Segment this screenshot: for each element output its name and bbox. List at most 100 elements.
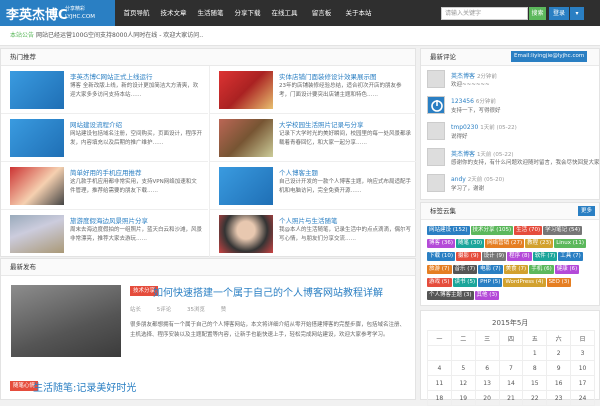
- login-button[interactable]: 登录: [549, 7, 569, 20]
- nav-item-life[interactable]: 生活随笔: [192, 0, 229, 26]
- comment-author[interactable]: 英杰博客: [451, 73, 475, 80]
- tag-item[interactable]: 电影 (7): [478, 265, 503, 274]
- list-item[interactable]: 实体店铺门面装修设计效果展示图 23年的店铺装修经验总结，适合初次开店的朋友参考…: [209, 66, 416, 114]
- calendar-day[interactable]: 4: [427, 360, 452, 376]
- site-logo[interactable]: 李英杰博C 分享精彩 LYJHC.COM: [0, 0, 115, 26]
- chevron-down-icon[interactable]: ▾: [570, 7, 584, 20]
- nav-item-tools[interactable]: 在线工具: [266, 0, 303, 26]
- calendar-day[interactable]: 6: [474, 360, 500, 376]
- calendar-day[interactable]: 21: [498, 390, 524, 406]
- tag-item[interactable]: 随笔 (30): [456, 239, 485, 248]
- calendar-day[interactable]: 1: [522, 345, 548, 361]
- post-thumbnail[interactable]: [11, 285, 121, 357]
- tag-item[interactable]: 其他 (3): [474, 291, 500, 300]
- list-item[interactable]: 个人照片与生活随笔 我@本人的生活随笔，记录生活中的点点滴滴，偶尔写写心情，与朋…: [209, 210, 416, 258]
- post-title[interactable]: 生活随笔:记录美好时光: [33, 379, 136, 394]
- tag-item[interactable]: 程序 (8): [507, 252, 532, 261]
- item-title[interactable]: 旅游度假海边风景照片分享: [70, 215, 148, 225]
- comment-text[interactable]: 欢迎~~~~~~: [451, 80, 490, 88]
- calendar-day[interactable]: 5: [450, 360, 476, 376]
- nav-item-guestbook[interactable]: 留言板: [303, 0, 340, 26]
- item-title[interactable]: 大学校园生活照片记录与分享: [279, 119, 364, 129]
- tag-item[interactable]: WordPress (4): [503, 278, 546, 287]
- thumbnail-image[interactable]: [219, 71, 273, 109]
- tag-item[interactable]: 生活 (70): [514, 226, 543, 235]
- calendar-day[interactable]: 22: [522, 390, 548, 406]
- search-button[interactable]: 搜索: [529, 7, 546, 20]
- thumbnail-image[interactable]: [219, 167, 273, 205]
- calendar-day[interactable]: 10: [570, 360, 595, 376]
- author-label[interactable]: 站长: [130, 307, 141, 313]
- list-item[interactable]: 网站建设流程介绍 网站建设包括域名注册，空间购买，页面设计，程序开发，内容填充以…: [1, 114, 208, 162]
- tag-item[interactable]: 旅游 (7): [427, 265, 452, 274]
- email-button[interactable]: Email:liyingjie@lyjhc.com: [511, 51, 588, 62]
- calendar-day[interactable]: 19: [450, 390, 476, 406]
- comment-count[interactable]: 5评论: [157, 307, 172, 313]
- thumbnail-image[interactable]: [10, 167, 64, 205]
- tag-item[interactable]: 软件 (7): [532, 252, 558, 261]
- comment-author[interactable]: 123456: [451, 98, 474, 105]
- thumbnail-image[interactable]: [10, 71, 64, 109]
- comment-text[interactable]: 说得好: [451, 132, 468, 140]
- tag-item[interactable]: 博客 (36): [427, 239, 456, 248]
- calendar-day[interactable]: 11: [427, 375, 452, 391]
- calendar-day[interactable]: 16: [546, 375, 572, 391]
- tag-item[interactable]: 摄影 (9): [456, 252, 481, 261]
- post-title[interactable]: 如何快速搭建一个属于自己的个人博客网站教程详解: [153, 284, 383, 299]
- tag-item[interactable]: 设计 (9): [481, 252, 507, 261]
- avatar[interactable]: [427, 96, 445, 114]
- thumbnail-image[interactable]: [10, 119, 64, 157]
- thumbnail-image[interactable]: [219, 215, 273, 253]
- nav-item-home[interactable]: 首页导航: [118, 0, 155, 26]
- calendar-day[interactable]: 8: [522, 360, 548, 376]
- list-item[interactable]: 简单好用的手机应用推荐 这几款手机应用都非常实用，支持VPN网络加速和文件管理，…: [1, 162, 208, 210]
- item-title[interactable]: 个人照片与生活随笔: [279, 215, 338, 225]
- tag-item[interactable]: 健康 (6): [554, 265, 580, 274]
- nav-item-downloads[interactable]: 分享下载: [229, 0, 266, 26]
- comment-text[interactable]: 感谢你的支持，有什么问题欢迎随时留言，我会尽快回复大家: [451, 158, 600, 166]
- list-item[interactable]: 李英杰博C网站正式上线运行 博客 全新改版上线，新的设计更加简洁大方清爽，欢迎大…: [1, 66, 208, 114]
- comment-author[interactable]: 英杰博客: [451, 151, 475, 158]
- comment-author[interactable]: andy: [451, 176, 466, 183]
- thumbnail-image[interactable]: [10, 215, 64, 253]
- calendar-day[interactable]: 2: [546, 345, 572, 361]
- tag-item[interactable]: 读书 (5): [452, 278, 478, 287]
- tag-item[interactable]: 手机 (6): [529, 265, 554, 274]
- tag-item[interactable]: SEO (3): [546, 278, 572, 287]
- tag-item[interactable]: 网络营销 (27): [485, 239, 525, 248]
- like-button[interactable]: 赞: [221, 307, 227, 313]
- calendar-day[interactable]: 14: [498, 375, 524, 391]
- item-title[interactable]: 李英杰博C网站正式上线运行: [70, 71, 153, 81]
- tag-item[interactable]: Linux (11): [554, 239, 587, 248]
- calendar-day[interactable]: 17: [570, 375, 595, 391]
- comment-author[interactable]: tmp0230: [451, 124, 478, 131]
- tag-item[interactable]: 网站建设 (152): [427, 226, 470, 235]
- calendar-day[interactable]: 24: [570, 390, 595, 406]
- announcement-text[interactable]: 网站已经运营100G空间支持8000人同时在线 - 欢迎大家访问..: [36, 32, 203, 39]
- calendar-day[interactable]: 7: [498, 360, 524, 376]
- tag-item[interactable]: 工具 (7): [558, 252, 583, 261]
- item-title[interactable]: 网站建设流程介绍: [70, 119, 122, 129]
- list-item[interactable]: 大学校园生活照片记录与分享 记录下大学时光的美好瞬间，校园里的每一处风景都承载着…: [209, 114, 416, 162]
- calendar-day[interactable]: 3: [570, 345, 595, 361]
- calendar-day[interactable]: 23: [546, 390, 572, 406]
- calendar-day[interactable]: 20: [474, 390, 500, 406]
- tag-item[interactable]: 技术分享 (105): [470, 226, 514, 235]
- tag-item[interactable]: 教程 (23): [525, 239, 554, 248]
- more-tags-button[interactable]: 更多: [578, 206, 596, 216]
- item-title[interactable]: 个人博客主题: [279, 167, 318, 177]
- tag-item[interactable]: 下载 (10): [427, 252, 456, 261]
- tag-item[interactable]: 游戏 (5): [427, 278, 452, 287]
- avatar[interactable]: [427, 70, 445, 88]
- comment-text[interactable]: 支持一下，写得很好: [451, 106, 501, 114]
- calendar-day[interactable]: 18: [427, 390, 452, 406]
- list-item[interactable]: 旅游度假海边风景照片分享 周末去海边度假拍的一组照片，蓝天白云和沙滩，风景非常漂…: [1, 210, 208, 258]
- avatar[interactable]: [427, 122, 445, 140]
- nav-item-tech[interactable]: 技术文章: [155, 0, 192, 26]
- calendar-day[interactable]: 13: [474, 375, 500, 391]
- nav-item-about[interactable]: 关于本站: [340, 0, 377, 26]
- calendar-day[interactable]: 12: [450, 375, 476, 391]
- item-title[interactable]: 实体店铺门面装修设计效果展示图: [279, 71, 377, 81]
- tag-item[interactable]: 音乐 (7): [452, 265, 478, 274]
- tag-item[interactable]: 个人博客主题 (3): [427, 291, 474, 300]
